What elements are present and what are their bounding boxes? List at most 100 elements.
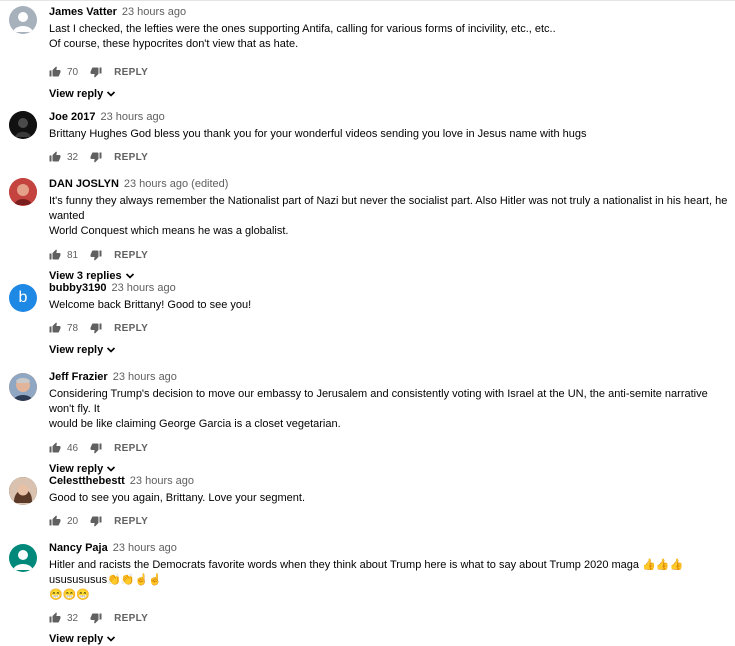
comment-timestamp[interactable]: 23 hours ago xyxy=(111,282,175,294)
chevron-down-icon xyxy=(107,91,116,97)
like-count: 20 xyxy=(67,515,79,527)
thumbs-down-icon[interactable] xyxy=(90,151,102,163)
comment-text: Considering Trump's decision to move our… xyxy=(49,387,729,432)
comment-author[interactable]: Jeff Frazier xyxy=(49,371,108,383)
comment-timestamp[interactable]: 23 hours ago xyxy=(122,6,186,18)
comment-text: Welcome back Brittany! Good to see you! xyxy=(49,298,729,313)
thumbs-down-icon[interactable] xyxy=(90,66,102,78)
person-icon xyxy=(13,12,33,32)
chevron-down-icon xyxy=(107,466,116,472)
thumbs-up-icon[interactable] xyxy=(49,612,61,624)
comment-text-line: Good to see you again, Brittany. Love yo… xyxy=(49,492,306,504)
avatar[interactable] xyxy=(9,178,37,206)
comment-timestamp[interactable]: 23 hours ago xyxy=(130,475,194,487)
reply-button[interactable]: REPLY xyxy=(114,250,148,261)
like-count: 70 xyxy=(67,66,79,78)
view-replies-label: View reply xyxy=(49,344,104,356)
reply-button[interactable]: REPLY xyxy=(114,516,148,527)
like-count: 32 xyxy=(67,612,79,624)
reply-button[interactable]: REPLY xyxy=(114,443,148,454)
avatar[interactable] xyxy=(9,6,37,34)
thumbs-down-icon[interactable] xyxy=(90,515,102,527)
chevron-down-icon xyxy=(125,273,134,279)
view-replies-button[interactable]: View reply xyxy=(49,632,729,646)
profile-photo-icon xyxy=(9,178,37,206)
comment-author[interactable]: James Vatter xyxy=(49,6,117,18)
profile-photo-icon xyxy=(9,477,37,505)
comment-author[interactable]: Celestthebestt xyxy=(49,475,125,487)
thumbs-down-icon[interactable] xyxy=(90,249,102,261)
reply-button[interactable]: REPLY xyxy=(114,67,148,78)
comment-text-line: Of course, these hypocrites don't view t… xyxy=(49,38,299,50)
comment-text-line: would be like claiming George Garcia is … xyxy=(49,418,341,430)
reply-button[interactable]: REPLY xyxy=(114,152,148,163)
comment-actions: 46 REPLY xyxy=(49,441,729,455)
comment-actions: 32 REPLY xyxy=(49,611,729,625)
avatar[interactable] xyxy=(9,373,37,401)
view-replies-label: View reply xyxy=(49,633,104,645)
comment-text-line: Welcome back Brittany! Good to see you! xyxy=(49,299,252,311)
view-replies-label: View reply xyxy=(49,463,104,475)
thumbs-up-icon[interactable] xyxy=(49,249,61,261)
comment-author[interactable]: Nancy Paja xyxy=(49,542,108,554)
comment-actions: 70 REPLY xyxy=(49,65,729,79)
comment-text-line: Last I checked, the lefties were the one… xyxy=(49,23,556,35)
comment-header: Jeff Frazier 23 hours ago xyxy=(49,371,729,384)
avatar-letter: b xyxy=(18,289,28,306)
reply-button[interactable]: REPLY xyxy=(114,613,148,624)
comment-text-line: 😁😁😁 xyxy=(49,589,91,601)
comment-actions: 32 REPLY xyxy=(49,150,729,164)
comment-text-line: Hitler and racists the Democrats favorit… xyxy=(49,559,684,586)
comment-header: James Vatter 23 hours ago xyxy=(49,6,729,19)
comment-author[interactable]: DAN JOSLYN xyxy=(49,178,119,190)
thumbs-up-icon[interactable] xyxy=(49,151,61,163)
avatar[interactable] xyxy=(9,477,37,505)
profile-photo-icon xyxy=(9,373,37,401)
chevron-down-icon xyxy=(107,347,116,353)
comment-header: Joe 2017 23 hours ago xyxy=(49,111,729,124)
thumbs-up-icon[interactable] xyxy=(49,515,61,527)
thumbs-up-icon[interactable] xyxy=(49,442,61,454)
view-replies-label: View 3 replies xyxy=(49,270,122,282)
view-replies-button[interactable]: View 3 replies xyxy=(49,269,729,283)
comment-text: It's funny they always remember the Nati… xyxy=(49,194,729,239)
comment-text-line: Considering Trump's decision to move our… xyxy=(49,388,708,415)
comment-text: Brittany Hughes God bless you thank you … xyxy=(49,127,729,142)
comment-text: Last I checked, the lefties were the one… xyxy=(49,22,729,52)
person-icon xyxy=(13,550,33,570)
comment-text-line: Brittany Hughes God bless you thank you … xyxy=(49,128,587,140)
comment-text-line: It's funny they always remember the Nati… xyxy=(49,195,728,222)
thumbs-down-icon[interactable] xyxy=(90,442,102,454)
comment-timestamp[interactable]: 23 hours ago xyxy=(113,371,177,383)
thumbs-up-icon[interactable] xyxy=(49,322,61,334)
thumbs-down-icon[interactable] xyxy=(90,322,102,334)
avatar[interactable] xyxy=(9,111,37,139)
comment-author[interactable]: bubby3190 xyxy=(49,282,106,294)
reply-button[interactable]: REPLY xyxy=(114,323,148,334)
comment-timestamp[interactable]: 23 hours ago xyxy=(100,111,164,123)
comment-actions: 78 REPLY xyxy=(49,321,729,335)
profile-photo-icon xyxy=(9,111,37,139)
comment-header: bubby3190 23 hours ago xyxy=(49,282,729,295)
comment-author[interactable]: Joe 2017 xyxy=(49,111,95,123)
thumbs-up-icon[interactable] xyxy=(49,66,61,78)
comment-actions: 81 REPLY xyxy=(49,248,729,262)
comment-text: Good to see you again, Brittany. Love yo… xyxy=(49,491,729,506)
like-count: 78 xyxy=(67,322,79,334)
view-replies-button[interactable]: View reply xyxy=(49,462,729,476)
avatar[interactable]: b xyxy=(9,284,37,312)
comment-header: DAN JOSLYN 23 hours ago (edited) xyxy=(49,178,729,191)
like-count: 32 xyxy=(67,151,79,163)
comment-timestamp[interactable]: 23 hours ago (edited) xyxy=(124,178,229,190)
top-divider xyxy=(0,0,735,1)
like-count: 81 xyxy=(67,249,79,261)
comment-text-line: World Conquest which means he was a glob… xyxy=(49,225,289,237)
comment-header: Nancy Paja 23 hours ago xyxy=(49,542,729,555)
comment-text: Hitler and racists the Democrats favorit… xyxy=(49,558,729,603)
comment-timestamp[interactable]: 23 hours ago xyxy=(113,542,177,554)
view-replies-button[interactable]: View reply xyxy=(49,343,729,357)
view-replies-label: View reply xyxy=(49,88,104,100)
avatar[interactable] xyxy=(9,544,37,572)
view-replies-button[interactable]: View reply xyxy=(49,87,729,101)
thumbs-down-icon[interactable] xyxy=(90,612,102,624)
